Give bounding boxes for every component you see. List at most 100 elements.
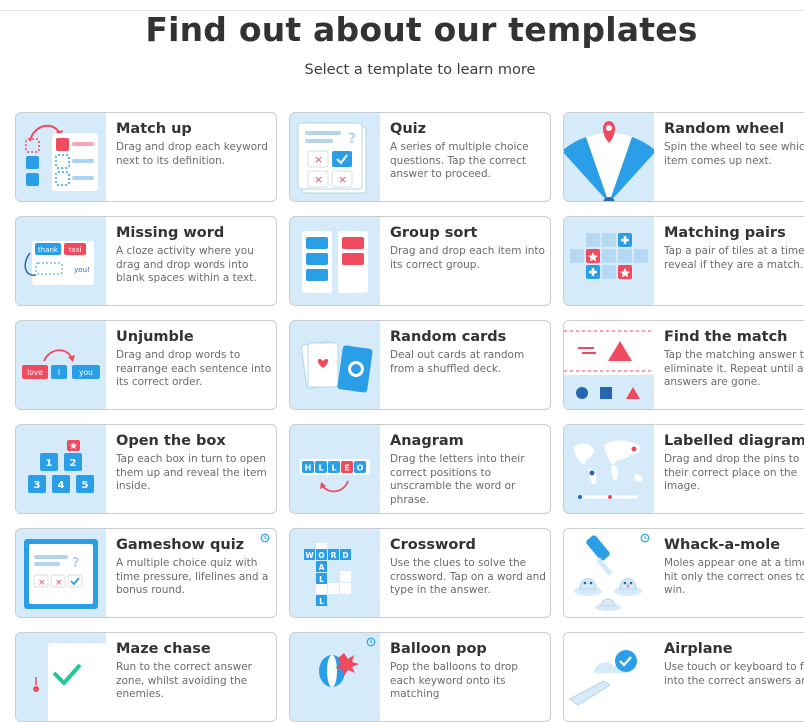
template-card-quiz[interactable]: ? × × × Quiz A series of multiple choice… — [289, 112, 551, 202]
template-card-whack-a-mole[interactable]: × Whack-a-mole Moles appear one at a tim… — [563, 528, 804, 618]
labelled-diagram-thumbnail — [564, 425, 654, 513]
crossword-thumbnail: W O R D A L L — [290, 529, 380, 617]
group-sort-thumbnail — [290, 217, 380, 305]
letter-tile: O — [357, 464, 364, 473]
svg-text:×: × — [338, 173, 347, 186]
template-title: Anagram — [390, 433, 464, 449]
svg-text:×: × — [38, 578, 46, 588]
template-card-crossword[interactable]: W O R D A L L Crossword Use the clues to… — [289, 528, 551, 618]
letter-tile: L — [331, 464, 336, 473]
template-title: Gameshow quiz — [116, 537, 245, 553]
template-card-match-up[interactable]: Match up Drag and drop each keyword next… — [15, 112, 277, 202]
match-up-thumbnail — [16, 113, 106, 201]
word-tile: taxi — [68, 246, 81, 254]
template-card-gameshow-quiz[interactable]: ? × × Gameshow quiz A multiple choice qu… — [15, 528, 277, 618]
template-card-maze-chase[interactable]: Maze chase Run to the correct answer zon… — [15, 632, 277, 722]
template-title: Airplane — [664, 641, 733, 657]
svg-text:?: ? — [348, 131, 356, 147]
template-title: Unjumble — [116, 329, 194, 345]
svg-text:?: ? — [72, 556, 80, 571]
template-card-balloon-pop[interactable]: Balloon pop Pop the balloons to drop eac… — [289, 632, 551, 722]
box-number: 2 — [70, 458, 77, 469]
template-description: A cloze activity where you drag and drop… — [116, 245, 257, 284]
template-description: Drag the letters into their correct posi… — [390, 453, 525, 506]
template-title: Maze chase — [116, 641, 211, 657]
crossword-letter: A — [319, 563, 325, 572]
template-card-open-the-box[interactable]: 1 2 3 4 5 Open the box Tap each box in t… — [15, 424, 277, 514]
template-card-unjumble[interactable]: love I you Unjumble Drag and drop words … — [15, 320, 277, 410]
box-number: 5 — [82, 480, 89, 491]
template-title: Random wheel — [664, 121, 785, 137]
template-description: Tap each box in turn to open them up and… — [116, 453, 267, 492]
anagram-thumbnail: H L L E O — [290, 425, 380, 513]
crossword-letter: R — [331, 551, 337, 560]
timer-icon — [366, 637, 376, 647]
airplane-thumbnail — [564, 633, 654, 721]
template-card-airplane[interactable]: Airplane Use touch or keyboard to fly in… — [563, 632, 804, 722]
crossword-letter: L — [319, 597, 324, 606]
find-the-match-thumbnail — [564, 321, 654, 409]
template-description: Pop the balloons to drop each keyword on… — [390, 661, 518, 700]
template-description: Drag and drop each keyword next to its d… — [116, 141, 268, 167]
template-card-anagram[interactable]: H L L E O Anagram Drag the letters into … — [289, 424, 551, 514]
template-description: Use the clues to solve the crossword. Ta… — [390, 557, 546, 596]
template-description: Moles appear one at a time, hit only the… — [664, 557, 804, 596]
box-number: 3 — [34, 480, 41, 491]
template-card-random-wheel[interactable]: Random wheel Spin the wheel to see which… — [563, 112, 804, 202]
template-title: Find the match — [664, 329, 788, 345]
crossword-letter: O — [318, 551, 324, 560]
template-title: Whack-a-mole — [664, 537, 781, 553]
template-card-labelled-diagram[interactable]: Labelled diagram Drag and drop the pins … — [563, 424, 804, 514]
template-card-missing-word[interactable]: thank taxi you! Missing word A cloze act… — [15, 216, 277, 306]
template-title: Quiz — [390, 121, 427, 137]
template-title: Matching pairs — [664, 225, 786, 241]
crossword-letter: W — [305, 551, 314, 560]
quiz-thumbnail: ? × × × — [290, 113, 380, 201]
template-card-random-cards[interactable]: Random cards Deal out cards at random fr… — [289, 320, 551, 410]
template-title: Match up — [116, 121, 192, 137]
template-title: Missing word — [116, 225, 225, 241]
letter-tile: E — [344, 464, 349, 473]
missing-word-thumbnail: thank taxi you! — [16, 217, 106, 305]
svg-text:×: × — [55, 578, 63, 588]
template-title: Random cards — [390, 329, 507, 345]
word-tile: I — [58, 368, 60, 377]
word-tile: love — [27, 368, 43, 377]
template-description: Drag and drop the pins to their correct … — [664, 453, 800, 492]
template-description: Spin the wheel to see which item comes u… — [664, 141, 804, 167]
letter-tile: H — [305, 464, 312, 473]
template-title: Open the box — [116, 433, 226, 449]
matching-pairs-thumbnail — [564, 217, 654, 305]
box-number: 4 — [58, 480, 65, 491]
word-tile: you — [79, 368, 93, 377]
page-subtitle: Select a template to learn more — [304, 62, 536, 78]
maze-chase-thumbnail — [16, 633, 106, 721]
template-card-matching-pairs[interactable]: Matching pairs Tap a pair of tiles at a … — [563, 216, 804, 306]
template-description: Drag and drop each item into its correct… — [390, 245, 545, 271]
template-description: Deal out cards at random from a shuffled… — [390, 349, 525, 375]
template-title: Balloon pop — [390, 641, 487, 657]
random-wheel-thumbnail — [564, 113, 654, 201]
svg-text:×: × — [625, 583, 630, 590]
crossword-letter: L — [319, 575, 324, 584]
template-title: Crossword — [390, 537, 476, 553]
word-tile: you! — [74, 266, 90, 274]
page-title: Find out about our templates — [145, 10, 698, 49]
unjumble-thumbnail: love I you — [16, 321, 106, 409]
svg-text:×: × — [314, 153, 323, 166]
template-description: Drag and drop words to rearrange each se… — [116, 349, 272, 388]
template-card-group-sort[interactable]: Group sort Drag and drop each item into … — [289, 216, 551, 306]
open-the-box-thumbnail: 1 2 3 4 5 — [16, 425, 106, 513]
template-description: Tap a pair of tiles at a time to reveal … — [664, 245, 804, 271]
template-title: Labelled diagram — [664, 433, 804, 449]
random-cards-thumbnail — [290, 321, 380, 409]
letter-tile: L — [318, 464, 323, 473]
template-card-find-the-match[interactable]: Find the match Tap the matching answer t… — [563, 320, 804, 410]
crossword-letter: D — [342, 551, 348, 560]
svg-text:×: × — [314, 173, 323, 186]
template-description: Run to the correct answer zone, whilst a… — [116, 661, 252, 700]
template-description: A series of multiple choice questions. T… — [390, 141, 529, 180]
box-number: 1 — [46, 458, 53, 469]
word-tile: thank — [38, 246, 59, 254]
template-description: Tap the matching answer to eliminate it.… — [664, 349, 804, 388]
